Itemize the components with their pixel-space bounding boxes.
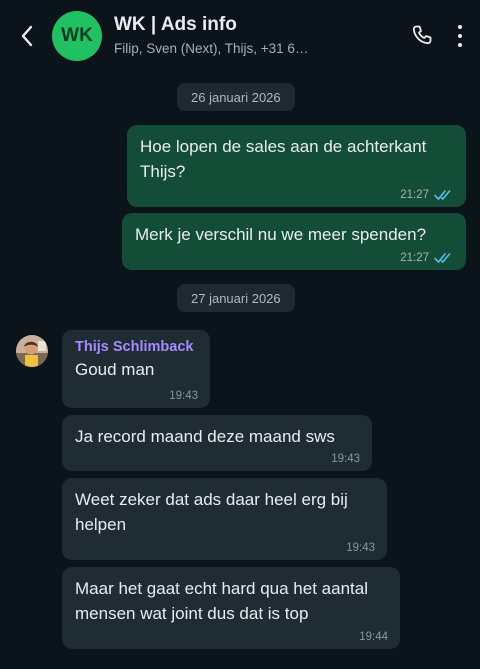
message-time: 19:43 bbox=[169, 390, 198, 402]
sender-name[interactable]: Thijs Schlimback bbox=[75, 339, 198, 355]
more-vertical-icon-dot bbox=[458, 43, 462, 47]
message-meta: 19:44 bbox=[359, 631, 388, 643]
message-text: Goud man bbox=[75, 360, 155, 379]
incoming-message[interactable]: Thijs Schlimback Goud man 19:43 bbox=[62, 330, 210, 408]
message-meta: 19:43 bbox=[346, 542, 375, 554]
message-text: Merk je verschil nu we meer spenden? bbox=[135, 225, 427, 244]
chat-title: WK | Ads info bbox=[114, 14, 237, 35]
double-check-icon bbox=[434, 190, 451, 201]
message-meta: 19:43 bbox=[169, 390, 198, 402]
outgoing-message[interactable]: Hoe lopen de sales aan de achterkant Thi… bbox=[127, 125, 466, 207]
avatar-photo bbox=[16, 335, 48, 367]
incoming-message[interactable]: Weet zeker dat ads daar heel erg bij hel… bbox=[62, 478, 387, 560]
back-button[interactable] bbox=[14, 22, 40, 50]
message-text: Weet zeker dat ads daar heel erg bij hel… bbox=[75, 490, 348, 534]
group-avatar[interactable]: WK bbox=[52, 11, 102, 61]
incoming-message[interactable]: Maar het gaat echt hard qua het aantal m… bbox=[62, 567, 400, 649]
message-text: Maar het gaat echt hard qua het aantal m… bbox=[75, 579, 368, 623]
message-time: 19:44 bbox=[359, 631, 388, 643]
message-time: 21:27 bbox=[400, 189, 429, 201]
more-vertical-icon bbox=[458, 25, 462, 29]
chat-info[interactable]: WK | Ads info Filip, Sven (Next), Thijs,… bbox=[114, 14, 404, 56]
incoming-message[interactable]: Ja record maand deze maand sws 19:43 bbox=[62, 415, 372, 471]
message-text: Ja record maand deze maand sws bbox=[75, 427, 335, 446]
arrow-left-icon bbox=[21, 25, 33, 47]
message-text: Hoe lopen de sales aan de achterkant Thi… bbox=[140, 137, 427, 181]
sender-avatar[interactable] bbox=[16, 335, 48, 367]
double-check-icon bbox=[434, 253, 451, 264]
voice-call-button[interactable] bbox=[410, 23, 436, 49]
chat-participants: Filip, Sven (Next), Thijs, +31 6… bbox=[114, 41, 309, 56]
message-time: 21:27 bbox=[400, 252, 429, 264]
group-avatar-initials: WK bbox=[61, 25, 93, 46]
more-vertical-icon-dot bbox=[458, 34, 462, 38]
more-options-button[interactable] bbox=[450, 23, 470, 49]
message-meta: 21:27 bbox=[400, 189, 454, 201]
message-time: 19:43 bbox=[331, 453, 360, 465]
chat-header: WK WK | Ads info Filip, Sven (Next), Thi… bbox=[0, 0, 480, 72]
outgoing-message[interactable]: Merk je verschil nu we meer spenden? 21:… bbox=[122, 213, 466, 270]
date-separator: 26 januari 2026 bbox=[177, 83, 295, 111]
message-meta: 21:27 bbox=[400, 252, 454, 264]
message-time: 19:43 bbox=[346, 542, 375, 554]
phone-icon bbox=[412, 25, 432, 45]
message-meta: 19:43 bbox=[331, 453, 360, 465]
date-separator: 27 januari 2026 bbox=[177, 284, 295, 312]
